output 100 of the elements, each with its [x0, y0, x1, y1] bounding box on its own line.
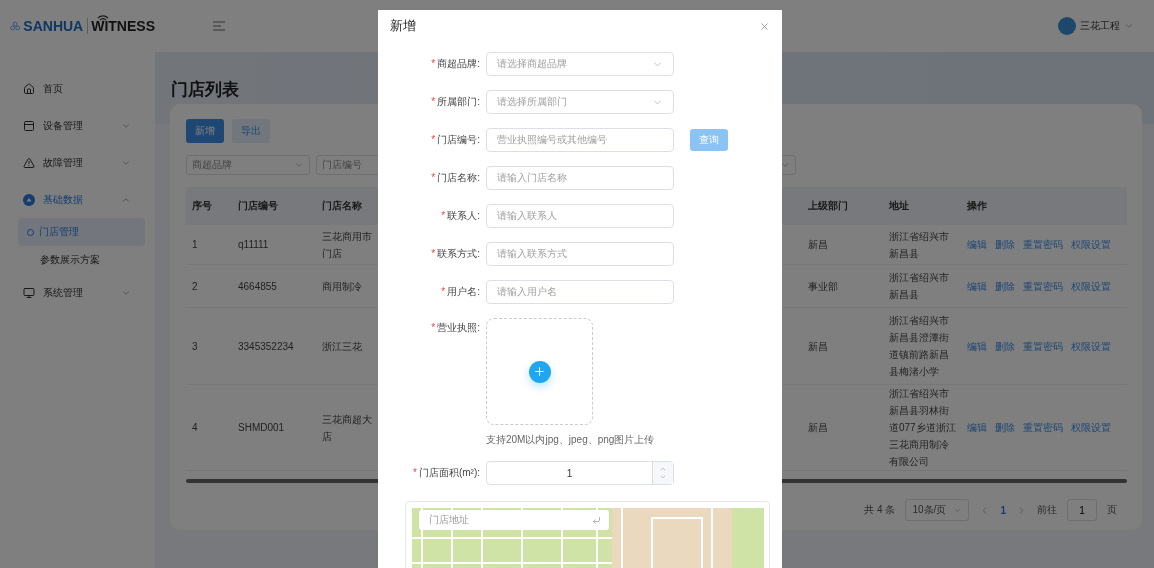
column-header: 门店编号 — [232, 187, 316, 225]
chevron-up-icon[interactable] — [659, 465, 667, 473]
menu-item[interactable]: 基础数据 — [0, 181, 155, 218]
page-input[interactable]: 1 — [1067, 499, 1097, 521]
page-size-select[interactable]: 10条/页 — [905, 499, 970, 521]
field-label: 营业执照: — [437, 321, 480, 335]
required-mark: * — [431, 172, 436, 183]
chevron-down-icon[interactable] — [659, 473, 667, 481]
action-link[interactable]: 删除 — [995, 277, 1015, 295]
table-cell: 事业部 — [802, 265, 883, 308]
action-link[interactable]: 权限设置 — [1071, 419, 1111, 436]
action-link[interactable]: 重置密码 — [1023, 277, 1063, 295]
action-link[interactable]: 重置密码 — [1023, 337, 1063, 355]
menu-icon — [23, 119, 35, 132]
column-header: 操作 — [961, 187, 1127, 225]
table-cell: q11111 — [232, 225, 316, 265]
action-link[interactable]: 编辑 — [967, 236, 987, 253]
submenu-item[interactable]: 门店管理 — [18, 218, 145, 246]
select-field[interactable]: 请选择商超品牌 — [486, 52, 674, 76]
action-link[interactable]: 编辑 — [967, 419, 987, 436]
action-link[interactable]: 删除 — [995, 337, 1015, 355]
plus-icon[interactable] — [528, 360, 551, 383]
page-title: 门店列表 — [171, 79, 239, 101]
required-mark: * — [431, 248, 436, 259]
logo-text: WITNESS — [91, 18, 155, 34]
input-field[interactable]: 请输入门店名称 — [486, 166, 674, 190]
close-icon[interactable] — [759, 20, 770, 32]
table-cell: 3345352234 — [232, 308, 316, 385]
menu-icon — [23, 156, 35, 169]
page-suffix: 页 — [1107, 503, 1117, 517]
action-link[interactable]: 重置密码 — [1023, 419, 1063, 436]
select-field[interactable]: 请选择所属部门 — [486, 90, 674, 114]
action-link[interactable]: 删除 — [995, 236, 1015, 253]
page-number[interactable]: 1 — [1000, 504, 1006, 516]
chevron-down-icon — [780, 160, 790, 170]
export-button[interactable]: 导出 — [232, 119, 270, 143]
required-mark: * — [441, 210, 446, 221]
table-cell: 三花商用市门店 — [316, 225, 372, 265]
menu-icon — [23, 286, 35, 299]
menu-item[interactable]: 首页 — [0, 70, 155, 107]
table-cell: 三花商超大店 — [316, 385, 372, 471]
table-cell: SHMD001 — [232, 385, 316, 471]
field-label: 用户名: — [447, 285, 480, 299]
menu-item[interactable]: 故障管理 — [0, 144, 155, 181]
user-name[interactable]: 三花工程 — [1080, 19, 1120, 33]
required-mark: * — [431, 96, 436, 107]
chevron-down-icon — [1124, 21, 1134, 31]
field-label: 门店面积(m²): — [418, 466, 480, 480]
table-cell: 4664855 — [232, 265, 316, 308]
field-label: 所属部门: — [437, 95, 480, 109]
add-button[interactable]: 新增 — [186, 119, 224, 143]
table-cell: 浙江省绍兴市新昌县 — [883, 225, 961, 265]
input-field[interactable]: 请输入用户名 — [486, 280, 674, 304]
upload-hint: 支持20M以内jpg、jpeg、png图片上传 — [486, 433, 655, 447]
field-label: 联系方式: — [437, 247, 480, 261]
menu-item[interactable]: 系统管理 — [0, 274, 155, 311]
field-label: 联系人: — [447, 209, 480, 223]
input-field[interactable]: 请输入联系方式 — [486, 242, 674, 266]
table-cell: 2 — [186, 265, 232, 308]
column-header: 地址 — [883, 187, 961, 225]
table-cell: 新昌 — [802, 225, 883, 265]
action-link[interactable]: 权限设置 — [1071, 337, 1111, 355]
field-label: 门店编号: — [437, 133, 480, 147]
required-mark: * — [413, 467, 417, 478]
table-cell: 浙江省绍兴市新昌县羽林街道077乡道浙江三花商用制冷有限公司 — [883, 385, 961, 471]
avatar — [1058, 17, 1076, 35]
logo-icon — [10, 19, 21, 33]
wifi-icon — [97, 14, 109, 22]
number-field[interactable]: 1 — [486, 461, 674, 485]
table-cell: 浙江省绍兴市新昌县 — [883, 265, 961, 308]
table-cell: 浙江省绍兴市新昌县澄潭街道镇前路新昌县梅渚小学 — [883, 308, 961, 385]
column-header: 上级部门 — [802, 187, 883, 225]
submenu-item[interactable]: 参数展示方案 — [18, 246, 145, 274]
required-mark: * — [431, 134, 436, 145]
table-cell: 新昌 — [802, 385, 883, 471]
field-label: 商超品牌: — [437, 57, 480, 71]
action-link[interactable]: 权限设置 — [1071, 277, 1111, 295]
action-link[interactable]: 编辑 — [967, 337, 987, 355]
action-link[interactable]: 权限设置 — [1071, 236, 1111, 253]
required-mark: * — [441, 286, 446, 297]
input-field[interactable]: 营业执照编号或其他编号 — [486, 128, 674, 152]
action-link[interactable]: 编辑 — [967, 277, 987, 295]
query-button[interactable]: 查询 — [690, 129, 728, 151]
upload-area[interactable] — [486, 318, 593, 425]
input-field[interactable]: 请输入联系人 — [486, 204, 674, 228]
table-cell: 1 — [186, 225, 232, 265]
goto-label: 前往 — [1037, 503, 1057, 517]
menu-item[interactable]: 设备管理 — [0, 107, 155, 144]
action-link[interactable]: 删除 — [995, 419, 1015, 436]
required-mark: * — [431, 322, 436, 333]
chevron-down-icon — [294, 160, 304, 170]
enter-icon — [592, 515, 601, 525]
column-header: 门店名称 — [316, 187, 372, 225]
table-cell: 浙江三花 — [316, 308, 372, 385]
logo-text: SANHUA — [23, 18, 89, 34]
menu-icon[interactable] — [213, 21, 225, 31]
action-link[interactable]: 重置密码 — [1023, 236, 1063, 253]
total-count: 共 4 条 — [864, 503, 896, 517]
data-icon — [23, 193, 35, 206]
map-search-field[interactable]: 门店地址 — [419, 510, 609, 530]
